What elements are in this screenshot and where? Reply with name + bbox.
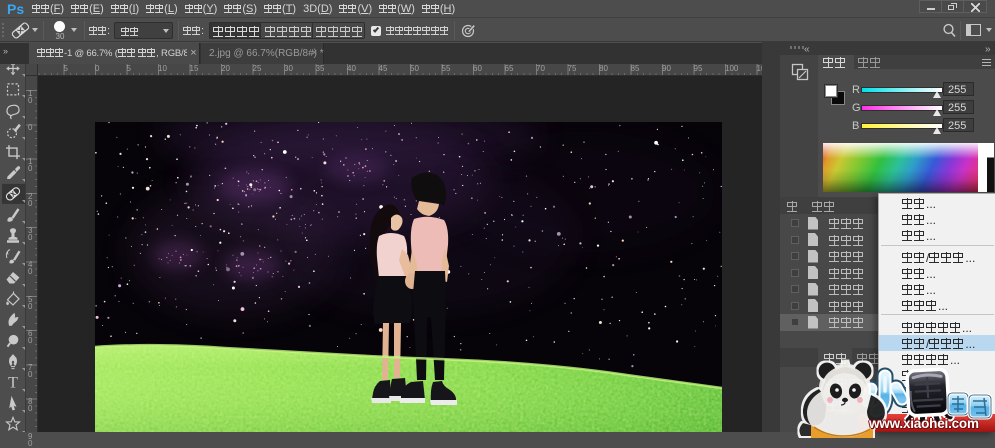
svg-text:T: T — [8, 375, 18, 392]
